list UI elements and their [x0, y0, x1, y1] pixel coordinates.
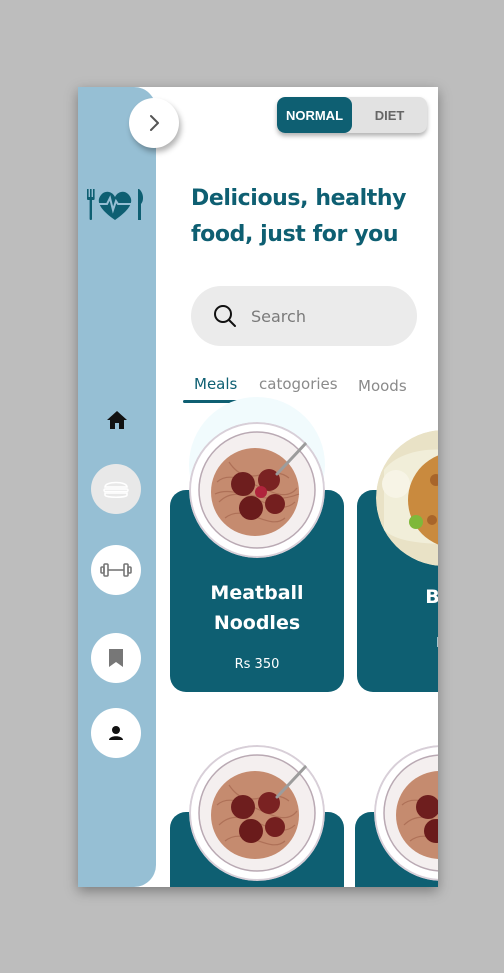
home-icon	[107, 411, 127, 429]
nav-home[interactable]	[104, 407, 130, 433]
heart-cutlery-logo	[85, 187, 145, 227]
headline-line-2: food, just for you	[191, 222, 399, 247]
user-icon	[109, 726, 123, 740]
meal-card-title-line-2: Noodles	[213, 612, 301, 634]
tab-categories[interactable]: catogories	[259, 375, 338, 393]
app-screen: NORMAL DIET Delicious, healthy food, jus…	[78, 87, 438, 887]
nav-fitness[interactable]	[91, 545, 141, 595]
mode-diet-option[interactable]: DIET	[352, 97, 427, 133]
meal-card-title-line-1: Meatball	[210, 582, 304, 604]
meatball-noodles-image	[189, 745, 325, 881]
search-input[interactable]	[251, 306, 401, 326]
mode-normal-option[interactable]: NORMAL	[277, 97, 352, 133]
tab-moods[interactable]: Moods	[358, 377, 407, 395]
nav-profile[interactable]	[91, 708, 141, 758]
tab-meals[interactable]: Meals	[194, 375, 237, 393]
burger-icon	[103, 481, 129, 499]
category-tabs: Meals catogories Moods	[183, 371, 433, 403]
mode-toggle[interactable]: NORMAL DIET	[277, 97, 427, 133]
search-bar[interactable]	[191, 286, 417, 346]
nav-meals[interactable]	[91, 464, 141, 514]
meal-card-title-line-1: Bur	[425, 586, 438, 608]
bookmark-icon	[109, 649, 123, 667]
headline-line-1: Delicious, healthy	[191, 186, 407, 211]
meatball-noodles-image	[189, 422, 325, 558]
nav-saved[interactable]	[91, 633, 141, 683]
sidebar-toggle-button[interactable]	[129, 98, 179, 148]
meal-card-price: Rs	[357, 636, 438, 651]
chevron-right-icon	[150, 115, 159, 131]
meal-card-price: Rs 350	[234, 657, 280, 672]
search-icon	[214, 305, 236, 327]
page-title: Delicious, healthy food, just for you	[191, 181, 431, 253]
dumbbell-icon	[100, 563, 132, 577]
